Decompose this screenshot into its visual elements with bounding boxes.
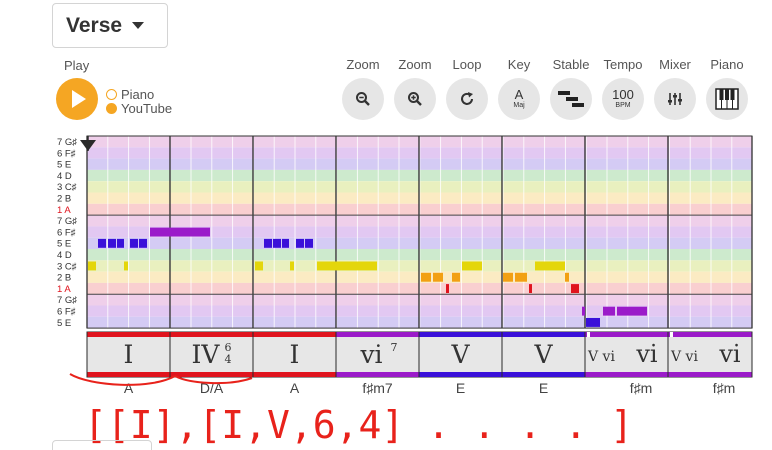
melody-note	[503, 272, 513, 282]
chord-name: E	[539, 380, 548, 396]
row-label: 2 B	[57, 273, 71, 284]
chord-numeral: I	[124, 340, 134, 369]
melody-note	[273, 238, 281, 248]
melody-note	[462, 261, 482, 271]
chord-top-bar	[502, 332, 585, 337]
chord-top-bar	[336, 332, 419, 337]
melody-note	[255, 261, 263, 271]
scale-degree-labels: 7 G♯6 F♯5 E4 D3 C♯2 B1 A7 G♯6 F♯5 E4 D3 …	[57, 137, 77, 329]
melody-note	[421, 272, 431, 282]
melody-note	[130, 238, 138, 248]
chord-numeral: vi	[635, 340, 658, 368]
chord-name: A	[290, 380, 300, 396]
row-label: 5 E	[57, 239, 71, 250]
chord-split-mark	[670, 332, 673, 337]
chord-top-bar	[87, 332, 170, 337]
chord-numeral: IV	[192, 340, 221, 369]
row-label: 7 G♯	[57, 295, 77, 306]
chord-bottom-bar	[87, 372, 170, 377]
row-label: 5 E	[57, 160, 71, 171]
melody-note	[535, 261, 565, 271]
melody-note	[108, 238, 116, 248]
chord-top-bar	[253, 332, 336, 337]
chord-bottom-bar	[336, 372, 419, 377]
handwritten-annotation: [[I],[I,V,6,4] . . . . ]	[69, 373, 633, 447]
melody-note	[305, 238, 313, 248]
chord-track: I IV 64 Ivi 7 V V V vi vi V vi vi	[86, 331, 753, 378]
row-label: 5 E	[57, 318, 71, 329]
next-button-partial[interactable]	[52, 440, 152, 450]
chord-bottom-bar	[253, 372, 336, 377]
row-label: 6 F♯	[57, 307, 76, 318]
chord-numeral: I	[290, 340, 300, 369]
chord-bottom-bar	[668, 372, 752, 377]
melody-note	[117, 238, 124, 248]
row-label: 3 C♯	[57, 182, 77, 193]
chord-top-bar	[170, 332, 253, 337]
melody-note	[452, 272, 460, 282]
chord-bottom-bar	[502, 372, 585, 377]
melody-note	[98, 238, 106, 248]
melody-note	[582, 306, 585, 316]
chord-name: f♯m	[630, 380, 653, 396]
row-label: 3 C♯	[57, 261, 77, 272]
melody-note	[586, 318, 600, 327]
melody-note	[290, 261, 294, 271]
melody-note	[88, 261, 96, 271]
melody-note	[124, 261, 128, 271]
melody-note	[529, 284, 532, 293]
melody-note	[433, 272, 443, 282]
chord-passing-numeral: V vi	[587, 349, 615, 365]
chord-bottom-bar	[419, 372, 502, 377]
chord-numeral: vi	[718, 340, 741, 368]
chord-superscript: 7	[391, 341, 398, 354]
row-label: 4 D	[57, 171, 72, 182]
melody-note	[603, 306, 615, 316]
melody-note	[565, 272, 569, 282]
chord-numeral: vi	[359, 340, 382, 369]
chord-numeral: V	[450, 340, 470, 369]
row-label: 7 G♯	[57, 216, 77, 227]
melody-note	[571, 284, 579, 293]
row-label: 1 A	[57, 284, 71, 295]
chord-bottom-bar	[170, 372, 253, 377]
melody-note	[282, 238, 289, 248]
melody-note	[515, 272, 527, 282]
chord-top-bar	[668, 332, 752, 337]
row-label: 2 B	[57, 194, 71, 205]
melody-note	[264, 238, 272, 248]
row-label: 1 A	[57, 205, 71, 216]
melody-note	[150, 227, 210, 237]
melody-note	[296, 238, 304, 248]
chord-top-bar	[585, 332, 668, 337]
row-label: 7 G♯	[57, 137, 77, 148]
melody-note	[139, 238, 147, 248]
chord-passing-numeral: V vi	[670, 349, 698, 365]
chord-name: E	[456, 380, 465, 396]
chord-name: f♯m	[713, 380, 736, 396]
melody-note	[617, 306, 647, 316]
song-editor: 7 G♯6 F♯5 E4 D3 C♯2 B1 A7 G♯6 F♯5 E4 D3 …	[57, 135, 753, 447]
row-label: 6 F♯	[57, 148, 76, 159]
row-label: 6 F♯	[57, 227, 76, 238]
chord-subscript: 4	[225, 353, 232, 366]
melody-note	[446, 284, 449, 293]
chord-name: A	[124, 380, 134, 396]
chord-split-mark	[587, 332, 590, 337]
chord-bottom-bar	[585, 372, 668, 377]
chord-top-bar	[419, 332, 502, 337]
melody-note	[317, 261, 377, 271]
chord-name: f♯m7	[362, 380, 393, 396]
chord-numeral: V	[533, 340, 553, 369]
annotation-text: [[I],[I,V,6,4] . . . . ]	[84, 403, 633, 447]
row-label: 4 D	[57, 250, 72, 261]
